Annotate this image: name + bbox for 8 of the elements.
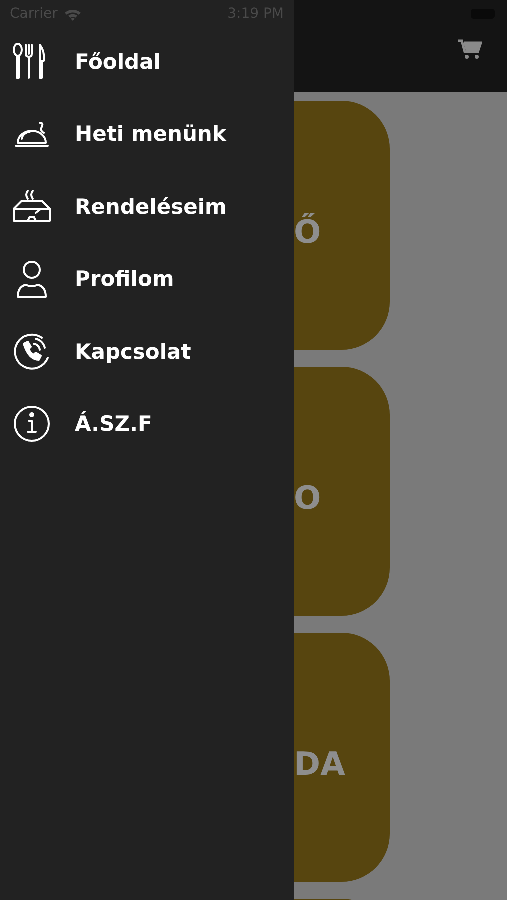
- cart-icon[interactable]: [458, 39, 482, 61]
- card-label: O: [294, 478, 322, 516]
- wifi-icon: [64, 8, 82, 20]
- card-label: DA: [294, 744, 346, 782]
- card-label: Ő: [294, 212, 322, 250]
- food-box-icon: [12, 188, 52, 225]
- phone-icon: [12, 332, 52, 372]
- info-icon: [12, 404, 52, 444]
